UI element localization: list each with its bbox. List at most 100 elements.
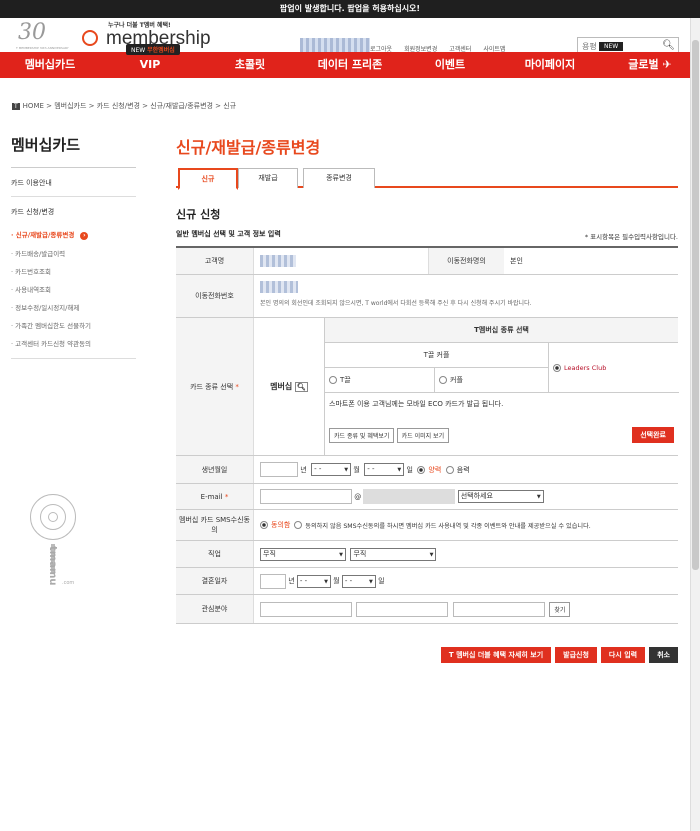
sms-agree-radio[interactable] bbox=[260, 521, 268, 529]
email-label: E-mail bbox=[200, 492, 223, 501]
leaders-club-radio[interactable] bbox=[553, 364, 561, 372]
airplane-icon: ✈ bbox=[662, 58, 672, 71]
new-badge-prefix: NEW bbox=[131, 47, 146, 54]
sms-label: 멤버십 카드 SMS수신동의 bbox=[176, 510, 254, 540]
gnb-membership-card[interactable]: 멤버십카드 bbox=[0, 52, 100, 78]
mobile-label: 이동전화번호 bbox=[176, 275, 254, 317]
breadcrumb: T HOME > 멤버십카드 > 카드 신청/변경 > 신규/재발급/종류변경 >… bbox=[12, 101, 236, 111]
apply-button[interactable]: 발급신청 bbox=[555, 647, 597, 663]
t-option[interactable]: T끌 bbox=[325, 368, 435, 393]
scrollbar-thumb[interactable] bbox=[692, 40, 699, 570]
side-item-delivery[interactable]: · 카드배송/발급이력 bbox=[11, 244, 136, 262]
tab-change-type[interactable]: 종류변경 bbox=[303, 168, 375, 188]
sms-disagree-radio[interactable] bbox=[294, 521, 303, 529]
email-domain-input[interactable] bbox=[363, 489, 456, 504]
gnb-vip[interactable]: VIP bbox=[100, 52, 200, 78]
section-title: 신규 신청 bbox=[176, 208, 221, 221]
couple-radio[interactable] bbox=[439, 376, 447, 384]
t-select-title: T멤버십 종류 선택 bbox=[325, 318, 678, 343]
wedding-label: 결혼일자 bbox=[176, 568, 254, 594]
tab-reissue[interactable]: 재발급 bbox=[238, 168, 298, 188]
chevron-right-icon: › bbox=[80, 232, 89, 240]
day-unit: 일 bbox=[378, 577, 385, 585]
gnb-mypage[interactable]: 마이페이지 bbox=[500, 52, 600, 78]
tab-new[interactable]: 신규 bbox=[178, 168, 238, 190]
side-item-terms[interactable]: · 고객센터 카드신청 약관동의 bbox=[11, 334, 136, 352]
select-done-button[interactable]: 선택완료 bbox=[632, 427, 674, 443]
interest-input-3[interactable] bbox=[452, 601, 545, 617]
side-item-edit[interactable]: · 정보수정/일시정지/해제 bbox=[11, 298, 136, 316]
membership-label: 멤버십 bbox=[270, 382, 293, 391]
side-item-new-label: · 신규/재발급/종류변경 bbox=[11, 231, 75, 239]
couple-option[interactable]: 커플 bbox=[435, 368, 549, 393]
card-image-button[interactable]: 카드 이미지 보기 bbox=[396, 428, 450, 443]
side-menu-card-guide[interactable]: 카드 이용안내 bbox=[11, 168, 136, 197]
popup-notice-text: 팝업이 발생합니다. 팝업을 허용하십시오! bbox=[279, 4, 421, 13]
row-mobile: 이동전화번호 본인 명의의 회선인데 조회되지 않으시면, T world에서 … bbox=[176, 275, 678, 318]
gnb-event[interactable]: 이벤트 bbox=[400, 52, 500, 78]
anniversary-logo[interactable]: 30 T MEMBERSHIP 30th ANNIVERSARY bbox=[14, 20, 70, 50]
card-benefit-button[interactable]: 카드 종류 및 혜택보기 bbox=[329, 428, 395, 443]
t-logo-icon[interactable] bbox=[82, 30, 98, 46]
row-card-type: 카드 종류 선택 * 멤버십 🔍︎ T멤버십 종류 선택 T끌 커플 T끌 커플… bbox=[176, 318, 679, 456]
side-item-family-gift[interactable]: · 가족간 멤버십한도 선물하기 bbox=[11, 316, 136, 334]
mobile-owner-value: 본인 bbox=[510, 257, 523, 265]
mobile-number-masked bbox=[260, 281, 298, 293]
mobile-note: 본인 명의의 회선인데 조회되지 않으시면, T world에서 다회선 등록해… bbox=[260, 300, 532, 307]
month-unit: 월 bbox=[333, 577, 340, 585]
side-menu-card-apply[interactable]: 카드 신청/변경 bbox=[11, 197, 136, 225]
scrollbar[interactable] bbox=[690, 18, 700, 831]
required-star: * bbox=[224, 492, 229, 501]
page-title: 신규/재발급/종류변경 bbox=[176, 138, 321, 157]
email-domain-select[interactable]: 선택하세요 bbox=[457, 490, 544, 503]
cancel-button[interactable]: 취소 bbox=[649, 647, 678, 663]
reset-button[interactable]: 다시 입력 bbox=[600, 647, 646, 663]
side-item-usage[interactable]: · 사용내역조회 bbox=[11, 280, 136, 298]
birth-month-select[interactable]: - - bbox=[311, 463, 352, 476]
find-button[interactable]: 찾기 bbox=[549, 601, 571, 617]
couple-option-label: 커플 bbox=[450, 376, 463, 384]
popup-notice-bar: 팝업이 발생합니다. 팝업을 허용하십시오! bbox=[0, 0, 700, 18]
wedding-month-select[interactable]: - - bbox=[296, 574, 331, 588]
interest-label: 관심분야 bbox=[176, 595, 254, 623]
mobile-owner-label: 이동전화명의 bbox=[428, 248, 504, 274]
watermark-tree-icon: tmamu .com bbox=[22, 490, 84, 586]
gnb-data-freezone[interactable]: 데이터 프리존 bbox=[300, 52, 400, 78]
leaders-club-label: Leaders Club bbox=[564, 364, 607, 372]
new-badge-text: 무한멤버십 bbox=[147, 47, 175, 54]
breadcrumb-path[interactable]: HOME > 멤버십카드 > 카드 신청/변경 > 신규/재발급/종류변경 > … bbox=[23, 102, 236, 110]
customer-name-masked bbox=[260, 255, 296, 267]
interest-input-2[interactable] bbox=[356, 601, 449, 617]
side-nav-title: 멤버십카드 bbox=[11, 134, 136, 168]
job-select-1[interactable]: 무직 bbox=[260, 547, 346, 561]
eco-note: 스마트폰 이용 고객님께는 모바일 ECO 카드가 발급 됩니다. bbox=[329, 400, 504, 408]
global-new-badge: NEW bbox=[599, 42, 624, 51]
leaders-club-option[interactable]: Leaders Club bbox=[549, 343, 679, 393]
side-item-card-number[interactable]: · 카드번호조회 bbox=[11, 262, 136, 280]
benefit-detail-button[interactable]: T 멤버십 더블 혜택 자세히 보기 bbox=[440, 647, 552, 663]
search-icon[interactable]: 🔍︎ bbox=[295, 381, 308, 392]
interest-input-1[interactable] bbox=[260, 601, 352, 617]
gnb-chocolate[interactable]: 초콜릿 bbox=[200, 52, 300, 78]
wedding-day-select[interactable]: - - bbox=[341, 574, 376, 588]
birth-day-select[interactable]: - - bbox=[364, 463, 405, 476]
wedding-year-input[interactable] bbox=[260, 573, 286, 589]
gnb-global[interactable]: 글로벌 ✈ bbox=[600, 52, 700, 78]
solar-radio[interactable] bbox=[417, 465, 426, 474]
row-birth: 생년월일 년 - - 월 - - 일 양력 음력 bbox=[176, 456, 678, 484]
anniversary-sub: T MEMBERSHIP 30th ANNIVERSARY bbox=[16, 46, 69, 50]
day-unit: 일 bbox=[406, 465, 413, 474]
t-radio[interactable] bbox=[329, 376, 337, 384]
lunar-radio[interactable] bbox=[445, 465, 454, 474]
required-note: * 표시항목은 필수입력사항입니다. bbox=[584, 233, 678, 241]
required-star: * bbox=[235, 382, 239, 391]
job-select-2[interactable]: 무직 bbox=[350, 547, 437, 561]
watermark-sub: .com bbox=[62, 580, 75, 586]
search-icon[interactable]: 🔍︎ bbox=[662, 40, 675, 51]
birth-year-input[interactable] bbox=[260, 462, 298, 477]
solar-label: 양력 bbox=[428, 465, 442, 474]
row-email: E-mail * @ 선택하세요 bbox=[176, 484, 678, 510]
email-id-input[interactable] bbox=[260, 489, 352, 504]
global-nav: 멤버십카드 VIP 초콜릿 데이터 프리존 이벤트 마이페이지 글로벌 ✈ bbox=[0, 52, 700, 78]
side-item-new[interactable]: · 신규/재발급/종류변경 › bbox=[11, 225, 136, 244]
